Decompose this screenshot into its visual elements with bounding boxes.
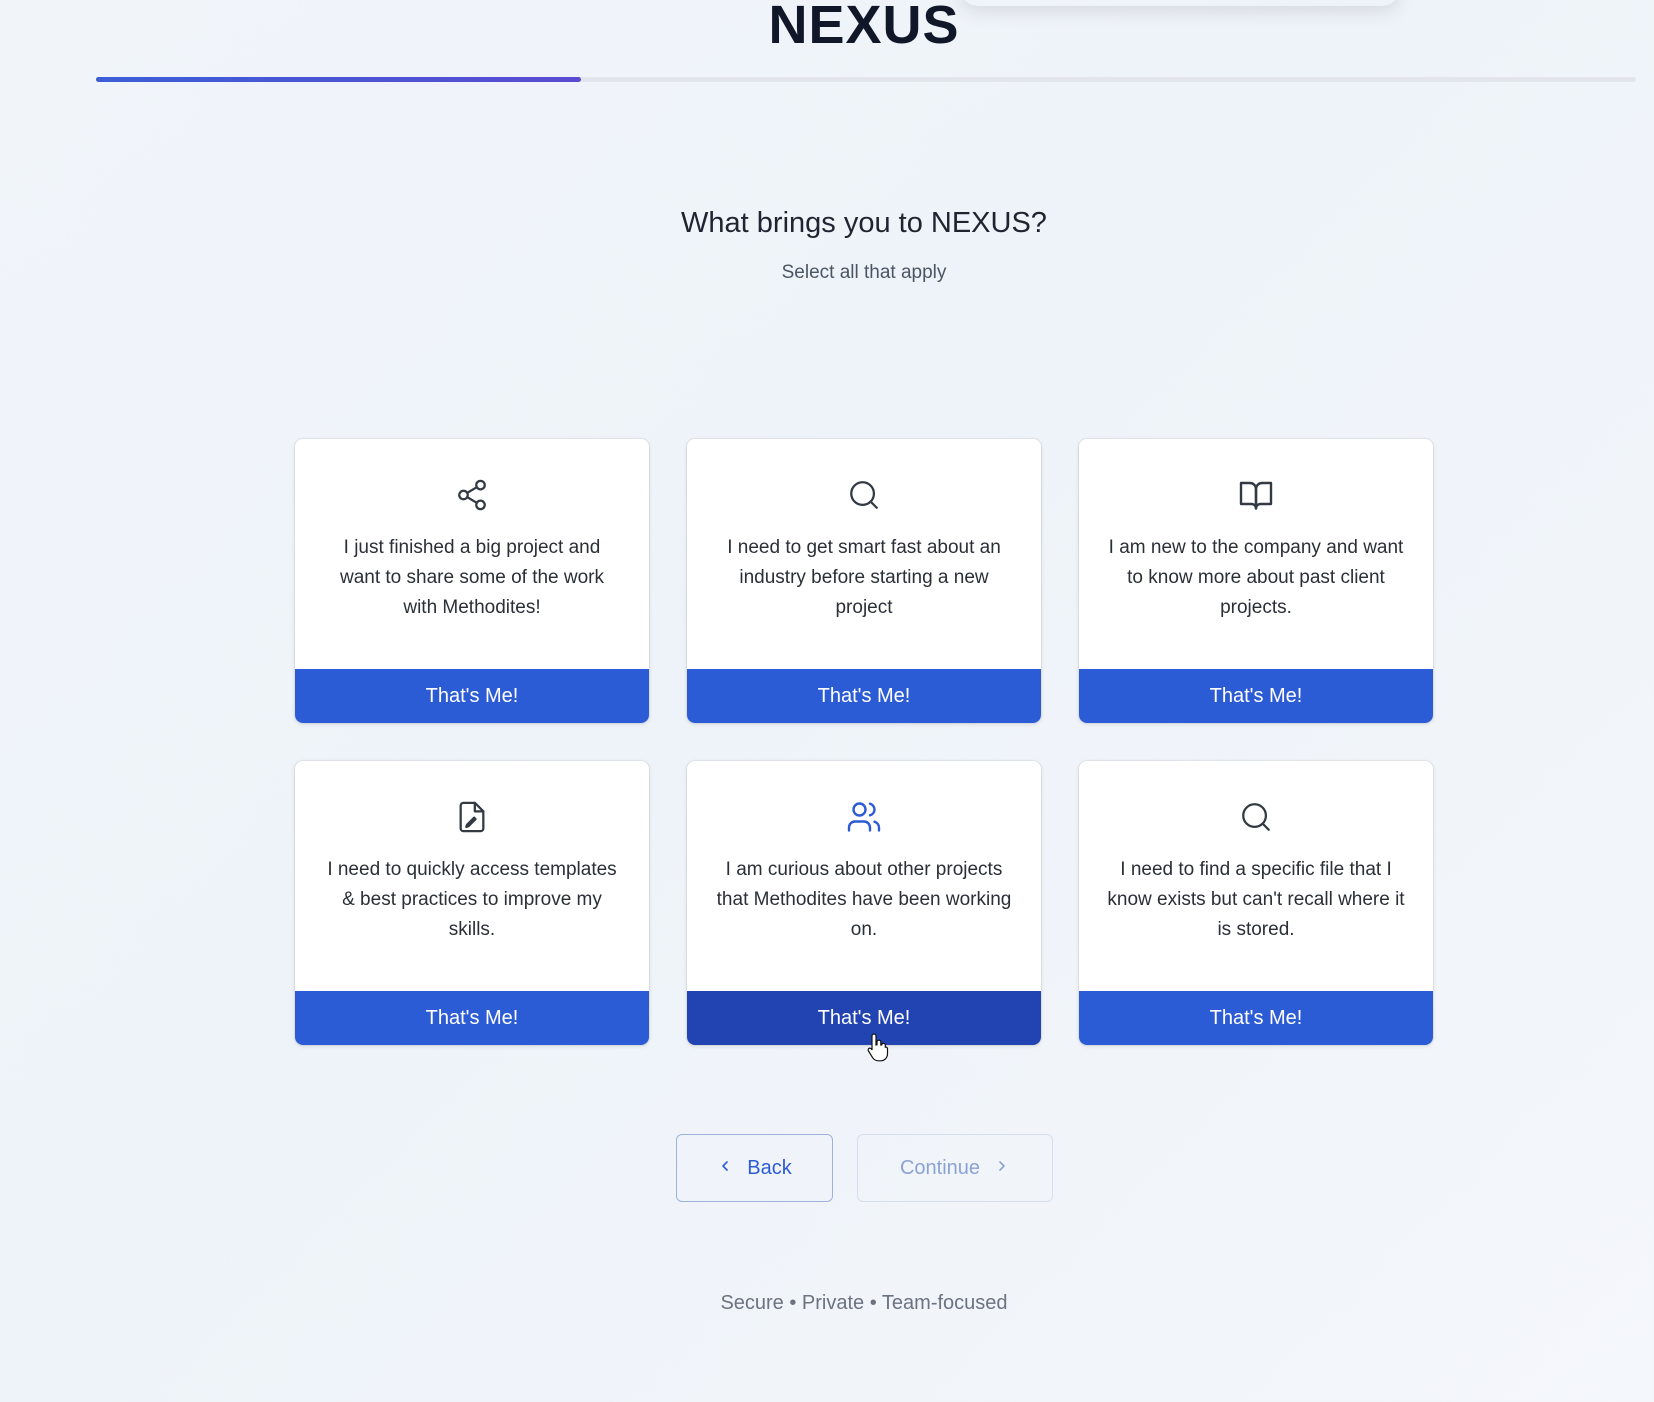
option-card-industry-research: I need to get smart fast about an indust… xyxy=(687,439,1041,723)
chevron-left-icon xyxy=(717,1157,733,1180)
book-open-icon xyxy=(1238,477,1274,513)
progress-fill xyxy=(96,77,582,82)
wizard-navigation: Back Continue xyxy=(676,1134,1053,1202)
thats-me-button[interactable]: That's Me! xyxy=(1079,669,1433,723)
option-card-curious-projects: I am curious about other projects that M… xyxy=(687,761,1041,1045)
back-button[interactable]: Back xyxy=(676,1134,833,1202)
file-edit-icon xyxy=(454,799,490,835)
option-description: I need to get smart fast about an indust… xyxy=(727,537,1001,618)
progress-bar xyxy=(96,77,1636,82)
search-icon xyxy=(1238,799,1274,835)
thats-me-button[interactable]: That's Me! xyxy=(295,669,649,723)
users-icon xyxy=(846,799,882,835)
footer-tagline: Secure • Private • Team-focused xyxy=(720,1292,1008,1314)
option-card-find-file: I need to find a specific file that I kn… xyxy=(1079,761,1433,1045)
option-description: I need to quickly access templates & bes… xyxy=(327,859,617,940)
thats-me-button[interactable]: That's Me! xyxy=(1079,991,1433,1045)
option-description: I need to find a specific file that I kn… xyxy=(1107,859,1405,940)
thats-me-button[interactable]: That's Me! xyxy=(687,991,1041,1045)
chevron-right-icon xyxy=(994,1157,1010,1180)
continue-label: Continue xyxy=(899,1156,981,1179)
option-card-templates: I need to quickly access templates & bes… xyxy=(295,761,649,1045)
thats-me-button[interactable]: That's Me! xyxy=(295,991,649,1045)
option-card-new-employee: I am new to the company and want to know… xyxy=(1079,439,1433,723)
options-grid: I just finished a big project and want t… xyxy=(295,439,1435,1045)
brand-logo: NEXUS xyxy=(768,0,960,55)
page-subtitle: Select all that apply xyxy=(781,262,947,283)
option-description: I am curious about other projects that M… xyxy=(716,859,1012,940)
option-description: I am new to the company and want to know… xyxy=(1108,537,1404,618)
back-label: Back xyxy=(747,1156,792,1179)
option-description: I just finished a big project and want t… xyxy=(339,537,604,618)
option-card-share-work: I just finished a big project and want t… xyxy=(295,439,649,723)
thats-me-button[interactable]: That's Me! xyxy=(687,669,1041,723)
continue-button[interactable]: Continue xyxy=(857,1134,1053,1202)
hand-cursor-icon xyxy=(866,1032,890,1062)
search-icon xyxy=(846,477,882,513)
page-title: What brings you to NEXUS? xyxy=(681,207,1047,239)
share-icon xyxy=(454,477,490,513)
